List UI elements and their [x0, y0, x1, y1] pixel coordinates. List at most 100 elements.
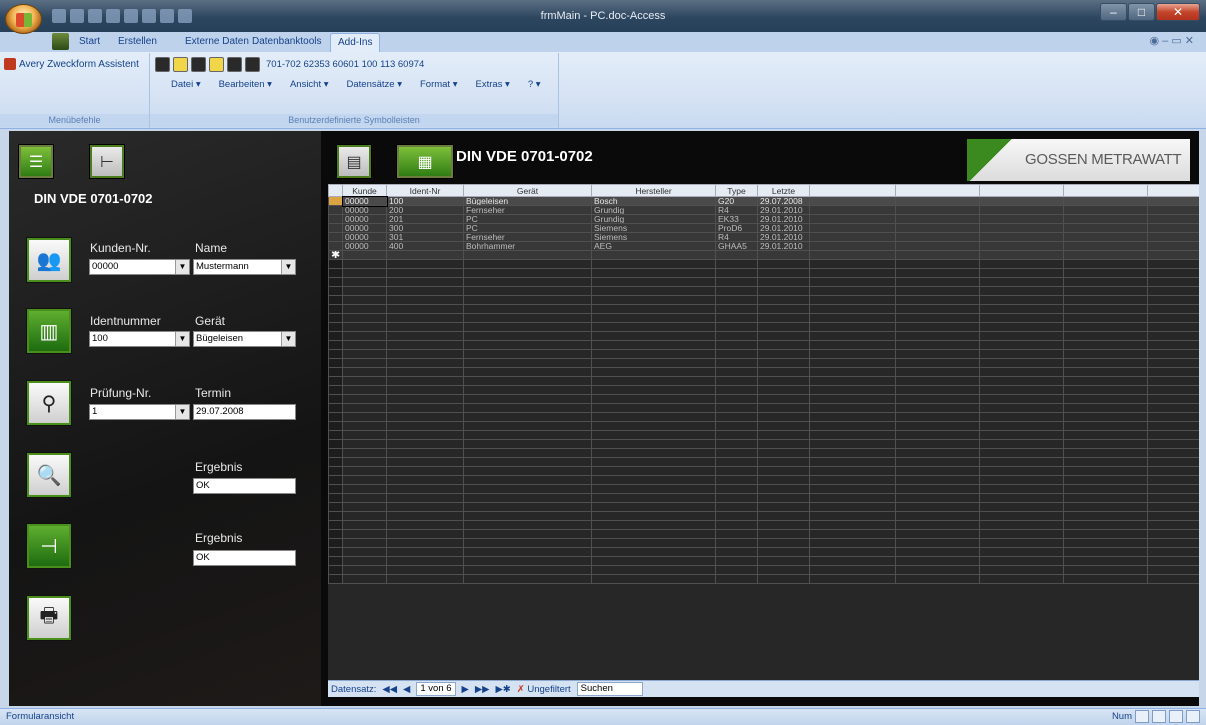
cell-hersteller[interactable]: Grundig: [591, 214, 716, 224]
search-input[interactable]: Suchen: [576, 682, 643, 696]
col-header-type[interactable]: Type: [715, 184, 758, 197]
cell-letzte[interactable]: 29.01.2010: [757, 214, 810, 224]
chart-icon[interactable]: [191, 57, 206, 72]
inspect-button[interactable]: 🔍: [27, 453, 71, 497]
table-row[interactable]: 00000 100 Bügeleisen Bosch G20 29.07.2008: [328, 195, 1199, 207]
new-record-row[interactable]: ✱: [328, 250, 1199, 260]
new-row-cell[interactable]: [463, 250, 592, 260]
cell-ident[interactable]: 300: [386, 223, 464, 233]
new-row-cell[interactable]: [715, 250, 758, 260]
name-select[interactable]: Mustermann ▼: [193, 259, 296, 275]
chevron-down-icon[interactable]: ▼: [175, 405, 189, 419]
next-record-button[interactable]: ▶: [462, 684, 469, 695]
cell-geraet[interactable]: Bohrhammer: [463, 241, 592, 251]
last-record-button[interactable]: ▶▶: [475, 684, 490, 695]
col-header-letzte[interactable]: Letzte: [757, 184, 810, 197]
kunden-nr-select[interactable]: 00000 ▼: [89, 259, 190, 275]
pivot-view-icon[interactable]: [1169, 710, 1183, 723]
cell-ident[interactable]: 100: [386, 196, 464, 206]
new-row-cell[interactable]: [386, 250, 464, 260]
identnummer-select[interactable]: 100 ▼: [89, 331, 190, 347]
cell-kunde[interactable]: 00000: [341, 195, 388, 207]
table-row[interactable]: 00000 300 PC Siemens ProD6 29.01.2010: [328, 223, 1199, 233]
pruefung-button[interactable]: ⚲: [27, 381, 71, 425]
datasheet-view-button[interactable]: ▦: [397, 145, 453, 178]
col-header-geraet[interactable]: Gerät: [463, 184, 592, 197]
design-view-icon[interactable]: [1186, 710, 1200, 723]
cell-geraet[interactable]: Fernseher: [463, 232, 592, 242]
cell-hersteller[interactable]: Siemens: [591, 223, 716, 233]
new-record-button[interactable]: ▶✱: [495, 684, 510, 695]
menu-help[interactable]: ? ▾: [528, 79, 541, 90]
cell-type[interactable]: G20: [715, 196, 758, 206]
row-selector[interactable]: [328, 223, 343, 233]
chevron-down-icon[interactable]: ▼: [281, 260, 295, 274]
office-button[interactable]: [5, 4, 42, 34]
table-row[interactable]: 00000 200 Fernseher Grundig R4 29.01.2010: [328, 205, 1199, 215]
tree-view-button[interactable]: ⊢: [90, 145, 124, 178]
plug-button[interactable]: ⊣: [27, 524, 71, 568]
minimize-button[interactable]: –: [1100, 3, 1127, 21]
col-header-kunde[interactable]: Kunde: [342, 184, 387, 197]
print-button[interactable]: 🖶: [27, 596, 71, 640]
cell-type[interactable]: R4: [715, 205, 758, 215]
form-icon[interactable]: [209, 57, 224, 72]
menu-datei[interactable]: Datei ▾: [171, 79, 201, 90]
col-header-ident[interactable]: Ident-Nr: [386, 184, 464, 197]
cell-hersteller[interactable]: Siemens: [591, 232, 716, 242]
row-selector[interactable]: [328, 196, 343, 206]
ergebnis-field-1[interactable]: OK: [193, 478, 296, 494]
refresh-icon[interactable]: [155, 57, 170, 72]
cell-kunde[interactable]: 00000: [342, 223, 387, 233]
customer-button[interactable]: 👥: [27, 238, 71, 282]
datasheet-view-icon[interactable]: [1152, 710, 1166, 723]
cell-letzte[interactable]: 29.01.2010: [757, 223, 810, 233]
cell-kunde[interactable]: 00000: [342, 232, 387, 242]
menu-datensaetze[interactable]: Datensätze ▾: [347, 79, 402, 90]
close-button[interactable]: ✕: [1156, 3, 1200, 21]
cell-kunde[interactable]: 00000: [342, 241, 387, 251]
cell-letzte[interactable]: 29.01.2010: [757, 241, 810, 251]
cell-ident[interactable]: 301: [386, 232, 464, 242]
menu-bearbeiten[interactable]: Bearbeiten ▾: [219, 79, 272, 90]
cell-kunde[interactable]: 00000: [342, 205, 387, 215]
tab-datenbanktools[interactable]: Datenbanktools: [245, 33, 329, 52]
row-selector[interactable]: [328, 241, 343, 251]
search-icon[interactable]: [245, 57, 260, 72]
cell-type[interactable]: ProD6: [715, 223, 758, 233]
cell-letzte[interactable]: 29.01.2010: [757, 205, 810, 215]
cell-ident[interactable]: 400: [386, 241, 464, 251]
new-row-cell[interactable]: [757, 250, 810, 260]
table-row[interactable]: 00000 201 PC Grundig EK33 29.01.2010: [328, 214, 1199, 224]
filter-toggle[interactable]: ✗ Ungefiltert: [517, 684, 571, 695]
cell-hersteller[interactable]: Grundig: [591, 205, 716, 215]
menu-ansicht[interactable]: Ansicht ▾: [290, 79, 329, 90]
col-header-hersteller[interactable]: Hersteller: [591, 184, 716, 197]
cell-kunde[interactable]: 00000: [342, 214, 387, 224]
list-view-button[interactable]: ☰: [19, 145, 53, 178]
first-record-button[interactable]: ◀◀: [382, 684, 397, 695]
tab-start[interactable]: Start: [72, 33, 107, 52]
ergebnis-field-2[interactable]: OK: [193, 550, 296, 566]
tab-erstellen[interactable]: Erstellen: [111, 33, 164, 52]
maximize-button[interactable]: □: [1128, 3, 1155, 21]
avery-button[interactable]: Avery Zweckform Assistent: [4, 58, 139, 70]
cell-ident[interactable]: 200: [386, 205, 464, 215]
record-position-input[interactable]: 1 von 6: [416, 682, 456, 696]
cell-type[interactable]: EK33: [715, 214, 758, 224]
row-selector-header[interactable]: [328, 184, 343, 197]
table-row[interactable]: 00000 301 Fernseher Siemens R4 29.01.2010: [328, 232, 1199, 242]
table-row[interactable]: 00000 400 Bohrhammer AEG GHAA5 29.01.2010: [328, 241, 1199, 251]
chevron-down-icon[interactable]: ▼: [175, 260, 189, 274]
cell-geraet[interactable]: PC: [463, 214, 592, 224]
pruefung-nr-select[interactable]: 1 ▼: [89, 404, 190, 420]
cell-geraet[interactable]: Bügeleisen: [463, 196, 592, 206]
form-view-button[interactable]: ▤: [337, 145, 371, 178]
row-selector[interactable]: [328, 214, 343, 224]
cell-ident[interactable]: 201: [386, 214, 464, 224]
row-selector[interactable]: [328, 232, 343, 242]
prev-record-button[interactable]: ◀: [403, 684, 410, 695]
geraet-select[interactable]: Bügeleisen ▼: [193, 331, 296, 347]
row-selector[interactable]: [328, 205, 343, 215]
form-view-icon[interactable]: [1135, 710, 1149, 723]
